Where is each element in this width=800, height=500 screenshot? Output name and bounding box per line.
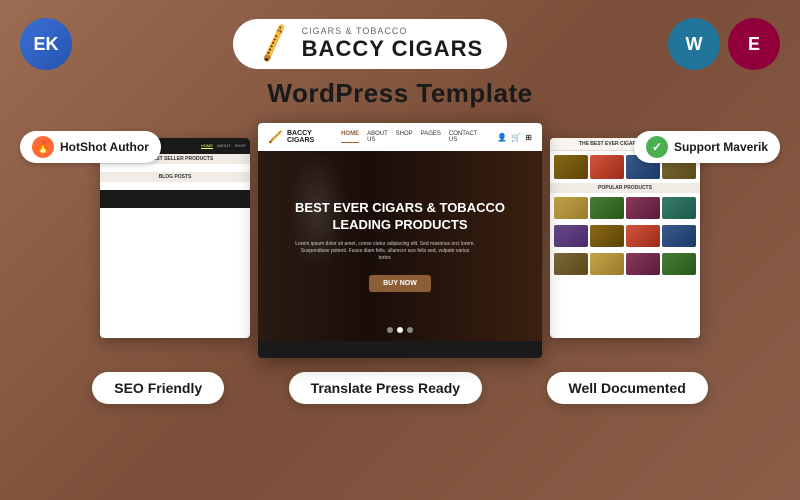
well-documented-badge: Well Documented	[547, 372, 708, 404]
hero-subtitle: Lorem ipsum dolor sit amet, conse ctetur…	[295, 241, 475, 262]
nav-pages[interactable]: PAGES	[421, 131, 441, 143]
dot-2[interactable]	[397, 327, 403, 333]
main-container: EK 🪈 CIGARS & TOBACCO BACCY CIGARS W E W…	[0, 0, 800, 500]
nav-home[interactable]: HOME	[341, 131, 359, 143]
screenshot-left: 🪈 BACCY HOME ABOUT SHOP OUR BEST SELLER …	[100, 138, 250, 338]
dot-1[interactable]	[387, 327, 393, 333]
blog-grid	[100, 182, 250, 188]
page-title: WordPress Template	[267, 78, 532, 109]
hero-content: BEST EVER CIGARS & TOBACCO LEADING PRODU…	[285, 190, 515, 303]
r-product-11	[626, 225, 660, 247]
top-right-icons: W E	[668, 18, 780, 70]
hotshot-author-badge[interactable]: 🔥 HotShot Author	[20, 131, 161, 163]
translate-press-badge: Translate Press Ready	[289, 372, 482, 404]
blog-posts-label: BLOG POSTS	[100, 172, 250, 182]
nav-icons: 👤 🛒 ⊞	[497, 133, 532, 142]
carousel-dots	[387, 327, 413, 333]
r-product-2	[590, 155, 624, 179]
logo-big-text: BACCY CIGARS	[302, 37, 484, 61]
product-grid-left	[100, 164, 250, 172]
nav-logo-text: BACCY CIGARS	[287, 130, 329, 144]
brand-logo: 🪈 CIGARS & TOBACCO BACCY CIGARS	[233, 19, 507, 69]
nav-about[interactable]: ABOUT US	[367, 131, 388, 143]
top-icons-row: EK 🪈 CIGARS & TOBACCO BACCY CIGARS W E	[20, 18, 780, 70]
pipe-icon: 🪈	[252, 23, 296, 66]
user-icon: 👤	[497, 133, 507, 142]
right-bottom-rows	[550, 193, 700, 279]
center-nav: 🪈 BACCY CIGARS HOME ABOUT US SHOP PAGES …	[258, 123, 542, 151]
r-product-1	[554, 155, 588, 179]
r-product-5	[554, 197, 588, 219]
support-label: Support Maverik	[674, 140, 768, 154]
screenshot-center: 🪈 BACCY CIGARS HOME ABOUT US SHOP PAGES …	[258, 123, 542, 358]
nav-pipe-icon: 🪈	[268, 130, 283, 144]
center-hero: BEST EVER CIGARS & TOBACCO LEADING PRODU…	[258, 151, 542, 341]
nav-shop[interactable]: SHOP	[396, 131, 413, 143]
r-product-9	[554, 225, 588, 247]
popular-label: POPULAR PRODUCTS	[550, 183, 700, 193]
r-product-8	[662, 197, 696, 219]
wordpress-icon[interactable]: W	[668, 18, 720, 70]
dot-3[interactable]	[407, 327, 413, 333]
r-product-15	[626, 253, 660, 275]
r-product-13	[554, 253, 588, 275]
nav-contact[interactable]: CONTACT US	[449, 131, 477, 143]
support-maverik-badge[interactable]: ✓ Support Maverik	[634, 131, 780, 163]
screenshot-right: THE BEST EVER CIGARS & TOBACCO POPULAR P…	[550, 138, 700, 338]
grid-icon: ⊞	[525, 133, 532, 142]
hotshot-icon: 🔥	[32, 136, 54, 158]
hero-title: BEST EVER CIGARS & TOBACCO LEADING PRODU…	[295, 200, 505, 234]
hotshot-label: HotShot Author	[60, 140, 149, 154]
support-icon: ✓	[646, 136, 668, 158]
elementor-icon[interactable]: E	[728, 18, 780, 70]
bottom-badges: SEO Friendly Translate Press Ready Well …	[20, 372, 780, 404]
r-product-12	[662, 225, 696, 247]
left-footer	[100, 190, 250, 208]
ek-icon[interactable]: EK	[20, 18, 72, 70]
cart-icon: 🛒	[511, 133, 521, 142]
buy-now-button[interactable]: BUY NOW	[369, 275, 431, 292]
r-product-10	[590, 225, 624, 247]
r-product-14	[590, 253, 624, 275]
r-product-6	[590, 197, 624, 219]
r-product-16	[662, 253, 696, 275]
r-product-7	[626, 197, 660, 219]
seo-friendly-badge: SEO Friendly	[92, 372, 224, 404]
content-area: 🔥 HotShot Author ✓ Support Maverik 🪈 BAC…	[20, 123, 780, 358]
